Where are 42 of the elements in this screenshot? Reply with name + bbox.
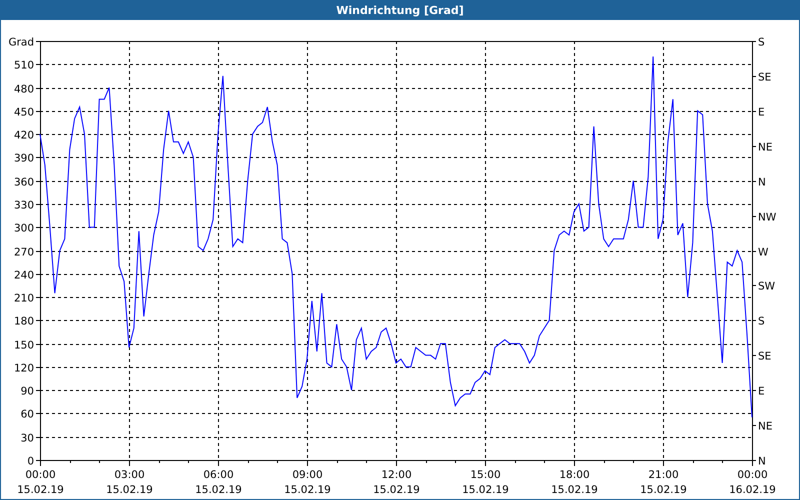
compass-direction-label: S [758,36,765,48]
y-axis-label: 390 [14,152,34,164]
x-axis-label: 21:00 15.02.19 [640,469,687,496]
y-axis-label: 120 [14,362,34,374]
y-axis-label: 360 [14,176,34,188]
y-axis-label: 90 [20,386,34,398]
compass-direction-label: NW [758,212,776,224]
compass-direction-label: NE [758,420,772,432]
y-axis-label: 150 [14,340,34,352]
y-axis-label: Grad [8,36,34,48]
compass-direction-label: SW [758,280,776,292]
compass-direction-label: E [758,106,765,118]
y-axis-label: 30 [20,432,34,444]
y-axis-label: 420 [14,130,34,142]
compass-direction-label: W [758,246,768,258]
x-axis-label: 03:00 15.02.19 [106,469,153,496]
y-axis-label: 60 [20,408,34,420]
x-axis-label: 18:00 15.02.19 [551,469,598,496]
y-axis-label: 180 [14,316,34,328]
x-axis-label: 00:00 16.02.19 [729,469,776,496]
y-axis-label: 330 [14,200,34,212]
compass-direction-label: E [758,386,765,398]
compass-direction-label: SE [758,350,772,362]
y-axis-label: 480 [14,84,34,96]
x-axis-label: 15:00 15.02.19 [462,469,509,496]
compass-direction-label: SE [758,72,772,84]
y-axis-label: 510 [14,60,34,72]
compass-direction-label: N [758,456,766,468]
x-axis-label: 12:00 15.02.19 [373,469,420,496]
x-axis-label: 00:00 15.02.19 [17,469,64,496]
x-axis-label: 09:00 15.02.19 [284,469,331,496]
compass-direction-label: N [758,176,766,188]
y-axis-label: 270 [14,246,34,258]
x-axis-label: 06:00 15.02.19 [195,469,242,496]
y-axis-label: 300 [14,222,34,234]
y-axis-label: 0 [27,456,34,468]
y-axis-label: 240 [14,270,34,282]
y-axis-label: 450 [14,106,34,118]
compass-direction-label: S [758,316,765,328]
window-title: Windrichtung [Grad] [335,2,465,18]
compass-direction-label: NE [758,142,772,154]
y-axis-label: 210 [14,292,34,304]
